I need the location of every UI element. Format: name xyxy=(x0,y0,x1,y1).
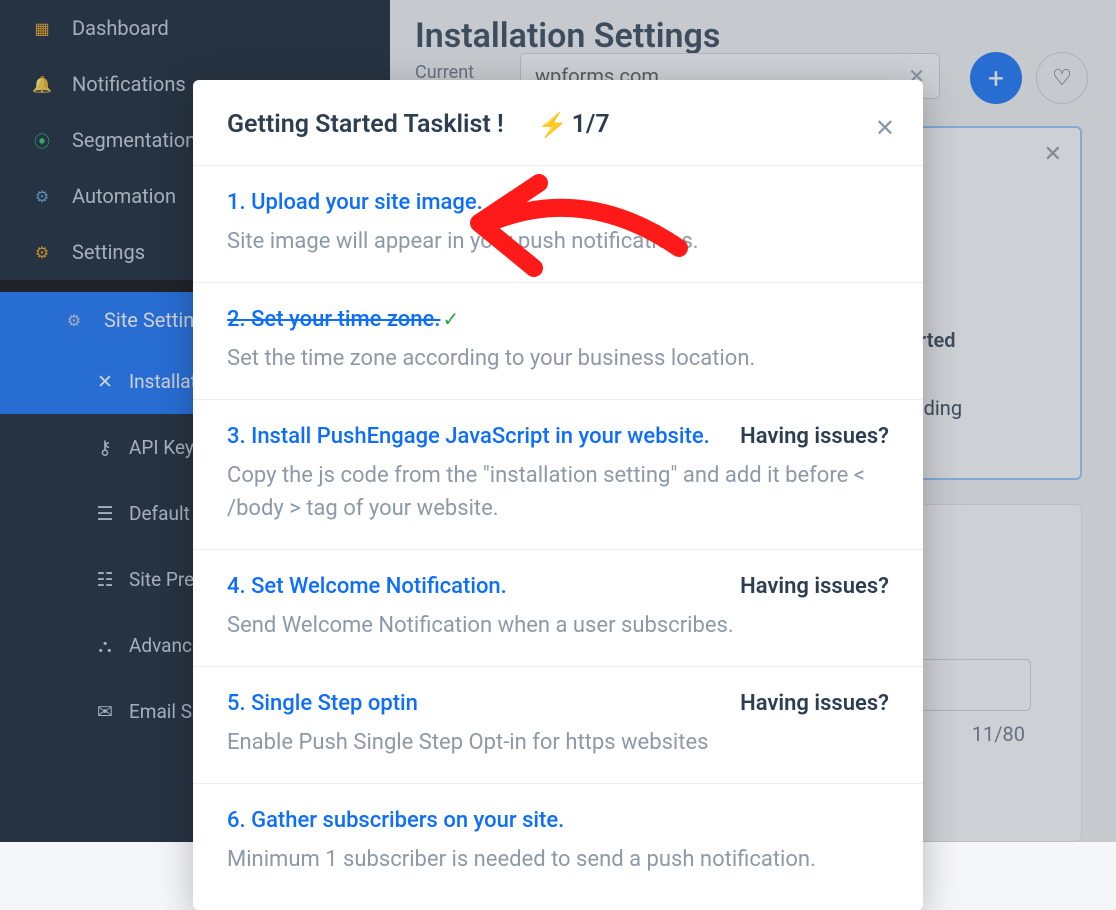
task-desc: Copy the js code from the "installation … xyxy=(227,459,889,525)
task-item: 6. Gather subscribers on your site. Mini… xyxy=(193,784,923,900)
modal-title: Getting Started Tasklist ! xyxy=(227,110,504,139)
task-desc: Enable Push Single Step Opt-in for https… xyxy=(227,726,889,759)
modal-count: 1/7 xyxy=(572,110,610,139)
task-desc: Set the time zone according to your busi… xyxy=(227,342,889,375)
task-link-welcome-notification[interactable]: 4. Set Welcome Notification. xyxy=(227,574,507,599)
task-desc: Site image will appear in your push noti… xyxy=(227,225,889,258)
task-link-install-js[interactable]: 3. Install PushEngage JavaScript in your… xyxy=(227,424,710,449)
task-link-gather-subscribers[interactable]: 6. Gather subscribers on your site. xyxy=(227,808,564,833)
bolt-icon: ⚡ xyxy=(538,111,568,139)
task-link-upload-image[interactable]: 1. Upload your site image. xyxy=(227,190,483,215)
having-issues-link[interactable]: Having issues? xyxy=(740,424,889,449)
task-item: 3. Install PushEngage JavaScript in your… xyxy=(193,400,923,550)
close-icon[interactable]: ✕ xyxy=(875,114,895,142)
task-desc: Minimum 1 subscriber is needed to send a… xyxy=(227,843,889,876)
task-item: 2. Set your time zone.✓ Set the time zon… xyxy=(193,283,923,400)
tasklist-modal: Getting Started Tasklist ! ⚡ 1/7 ✕ 1. Up… xyxy=(193,80,923,910)
task-link-single-step-optin[interactable]: 5. Single Step optin xyxy=(227,691,418,716)
task-item: 1. Upload your site image. Site image wi… xyxy=(193,166,923,283)
task-item: 4. Set Welcome Notification. Having issu… xyxy=(193,550,923,667)
task-link-timezone[interactable]: 2. Set your time zone. xyxy=(227,307,440,332)
task-item: 5. Single Step optin Having issues? Enab… xyxy=(193,667,923,784)
task-desc: Send Welcome Notification when a user su… xyxy=(227,609,889,642)
modal-header: Getting Started Tasklist ! ⚡ 1/7 ✕ xyxy=(193,80,923,166)
checkmark-icon: ✓ xyxy=(442,307,459,331)
having-issues-link[interactable]: Having issues? xyxy=(740,691,889,716)
having-issues-link[interactable]: Having issues? xyxy=(740,574,889,599)
